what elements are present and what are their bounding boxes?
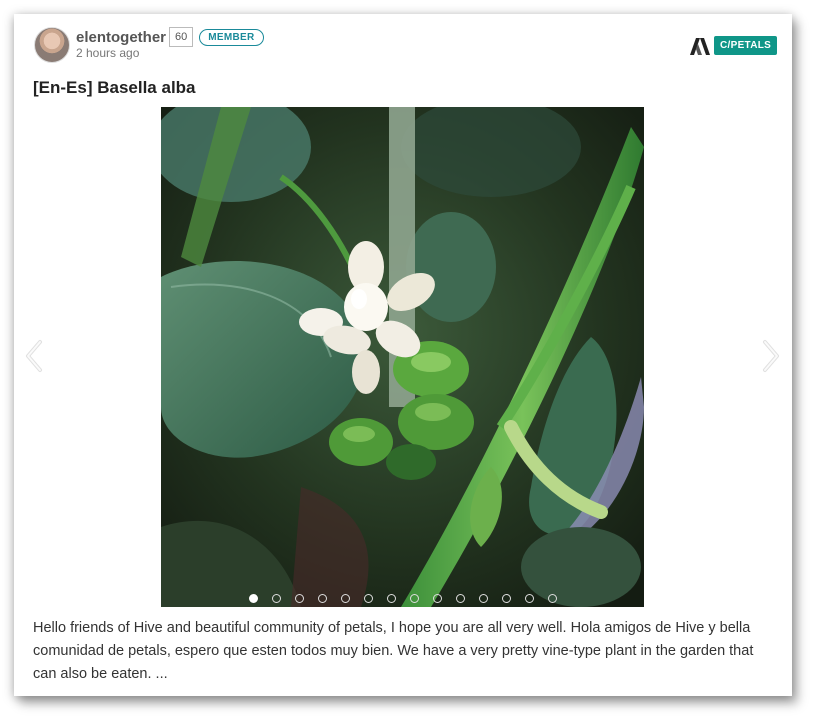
- carousel-dot[interactable]: [478, 594, 488, 603]
- reputation-badge: 60: [169, 27, 194, 47]
- carousel-dot[interactable]: [248, 594, 258, 603]
- post-card: elentogether 60 MEMBER 2 hours ago C/PET…: [14, 14, 792, 696]
- carousel-dot[interactable]: [501, 594, 511, 603]
- carousel-dot[interactable]: [271, 594, 281, 603]
- carousel-dots: [161, 594, 644, 603]
- carousel-dot[interactable]: [409, 594, 419, 603]
- author-name-link[interactable]: elentogether: [76, 29, 166, 46]
- carousel-dot[interactable]: [455, 594, 465, 603]
- author-avatar[interactable]: [34, 27, 70, 63]
- carousel-dot[interactable]: [524, 594, 534, 603]
- flower-photo: [161, 107, 644, 607]
- post-timestamp: 2 hours ago: [76, 46, 140, 60]
- carousel-dot[interactable]: [340, 594, 350, 603]
- carousel-dot[interactable]: [432, 594, 442, 603]
- carousel-image[interactable]: [161, 107, 644, 607]
- carousel-dot[interactable]: [363, 594, 373, 603]
- member-badge: MEMBER: [199, 28, 264, 46]
- carousel-dot[interactable]: [386, 594, 396, 603]
- post-excerpt[interactable]: Hello friends of Hive and beautiful comm…: [33, 617, 763, 686]
- carousel-dot[interactable]: [317, 594, 327, 603]
- author-line: elentogether 60 MEMBER: [76, 27, 264, 47]
- post-title[interactable]: [En-Es] Basella alba: [33, 78, 196, 98]
- hive-logo-icon: [690, 38, 710, 55]
- carousel-prev-icon[interactable]: [22, 336, 46, 376]
- carousel-next-icon[interactable]: [759, 336, 783, 376]
- carousel-dot[interactable]: [294, 594, 304, 603]
- community-tag[interactable]: C/PETALS: [714, 36, 778, 55]
- carousel-dot[interactable]: [547, 594, 557, 603]
